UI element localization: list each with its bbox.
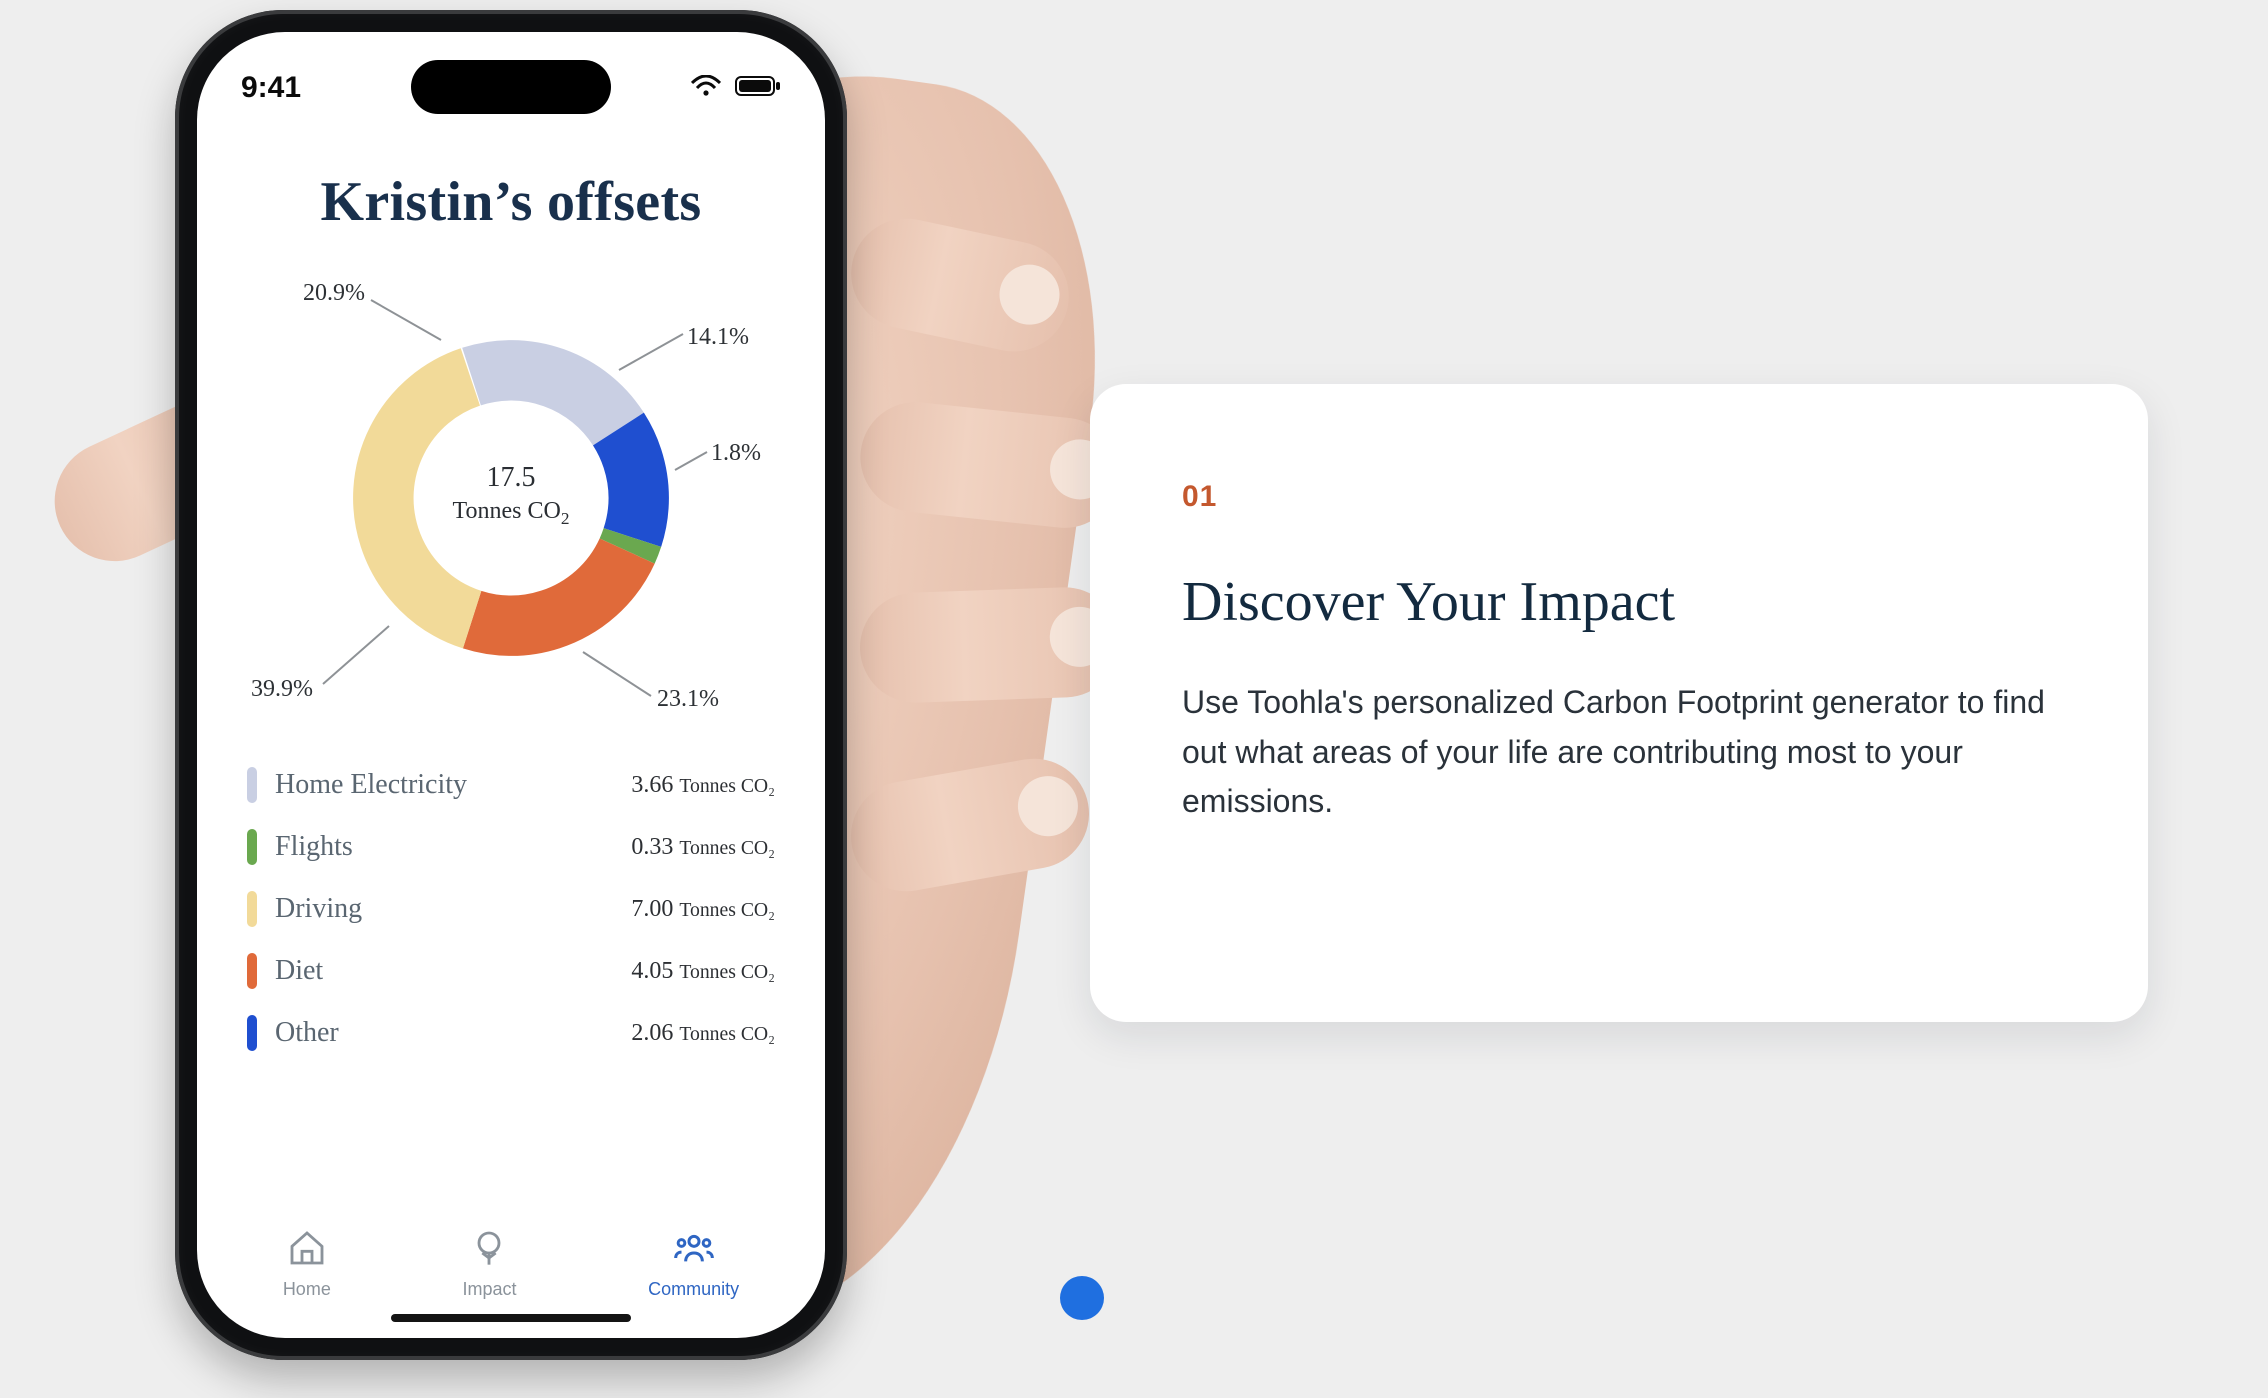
card-title: Discover Your Impact [1182,570,2056,634]
legend-chip [247,767,257,803]
legend-chip [247,953,257,989]
legend-row: Flights 0.33 Tonnes CO₂ [247,816,775,878]
legend-value: 4.05 Tonnes CO₂ [631,958,775,985]
legend-row: Diet 4.05 Tonnes CO₂ [247,940,775,1002]
legend-chip [247,891,257,927]
hand-holding-phone: 9:41 Kristin’s offsets [30,0,1060,1388]
legend-row: Other 2.06 Tonnes CO₂ [247,1002,775,1064]
legend-value: 2.06 Tonnes CO₂ [631,1020,775,1047]
status-time: 9:41 [241,71,301,105]
legend-name: Diet [275,955,323,987]
feature-card: 01 Discover Your Impact Use Toohla's per… [1090,384,2148,1022]
tab-impact[interactable]: Impact [462,1228,516,1300]
slice-label-diet: 23.1% [657,686,719,713]
wifi-icon [691,75,721,101]
home-indicator [391,1314,631,1322]
card-body: Use Toohla's personalized Carbon Footpri… [1182,678,2056,827]
tab-bar: Home Impact Community [197,1216,825,1312]
legend-value: 7.00 Tonnes CO₂ [631,896,775,923]
tab-community[interactable]: Community [648,1228,739,1300]
home-icon [287,1228,327,1273]
status-bar: 9:41 [197,60,825,116]
slice-label-flights: 1.8% [711,440,761,467]
card-index: 01 [1182,480,2056,514]
legend-name: Home Electricity [275,769,467,801]
page-title: Kristin’s offsets [241,170,781,234]
phone-screen: 9:41 Kristin’s offsets [197,32,825,1338]
donut-center-text: 17.5 Tonnes CO2 [251,462,771,529]
legend-name: Flights [275,831,353,863]
pager-dot-active[interactable] [1060,1276,1104,1320]
offsets-donut-chart: 17.5 Tonnes CO2 20.9% 14.1% 1.8% 23.1% 3… [251,270,771,740]
battery-icon [735,75,781,101]
tab-community-label: Community [648,1279,739,1300]
legend-value: 3.66 Tonnes CO₂ [631,772,775,799]
slice-label-home-electricity: 20.9% [303,280,365,307]
iphone-frame: 9:41 Kristin’s offsets [175,10,847,1360]
slice-label-other: 14.1% [687,324,749,351]
legend-row: Home Electricity 3.66 Tonnes CO₂ [247,754,775,816]
legend-value: 0.33 Tonnes CO₂ [631,834,775,861]
legend-chip [247,829,257,865]
legend-name: Other [275,1017,339,1049]
tab-home[interactable]: Home [283,1228,331,1300]
legend-name: Driving [275,893,362,925]
legend-chip [247,1015,257,1051]
tab-impact-label: Impact [462,1279,516,1300]
slice-label-driving: 39.9% [251,676,313,703]
tab-home-label: Home [283,1279,331,1300]
community-icon [674,1228,714,1273]
donut-center-unit: Tonnes CO2 [251,498,771,529]
donut-center-value: 17.5 [251,462,771,494]
tree-icon [469,1228,509,1273]
legend-row: Driving 7.00 Tonnes CO₂ [247,878,775,940]
legend: Home Electricity 3.66 Tonnes CO₂ Flights 0.… [241,754,781,1064]
